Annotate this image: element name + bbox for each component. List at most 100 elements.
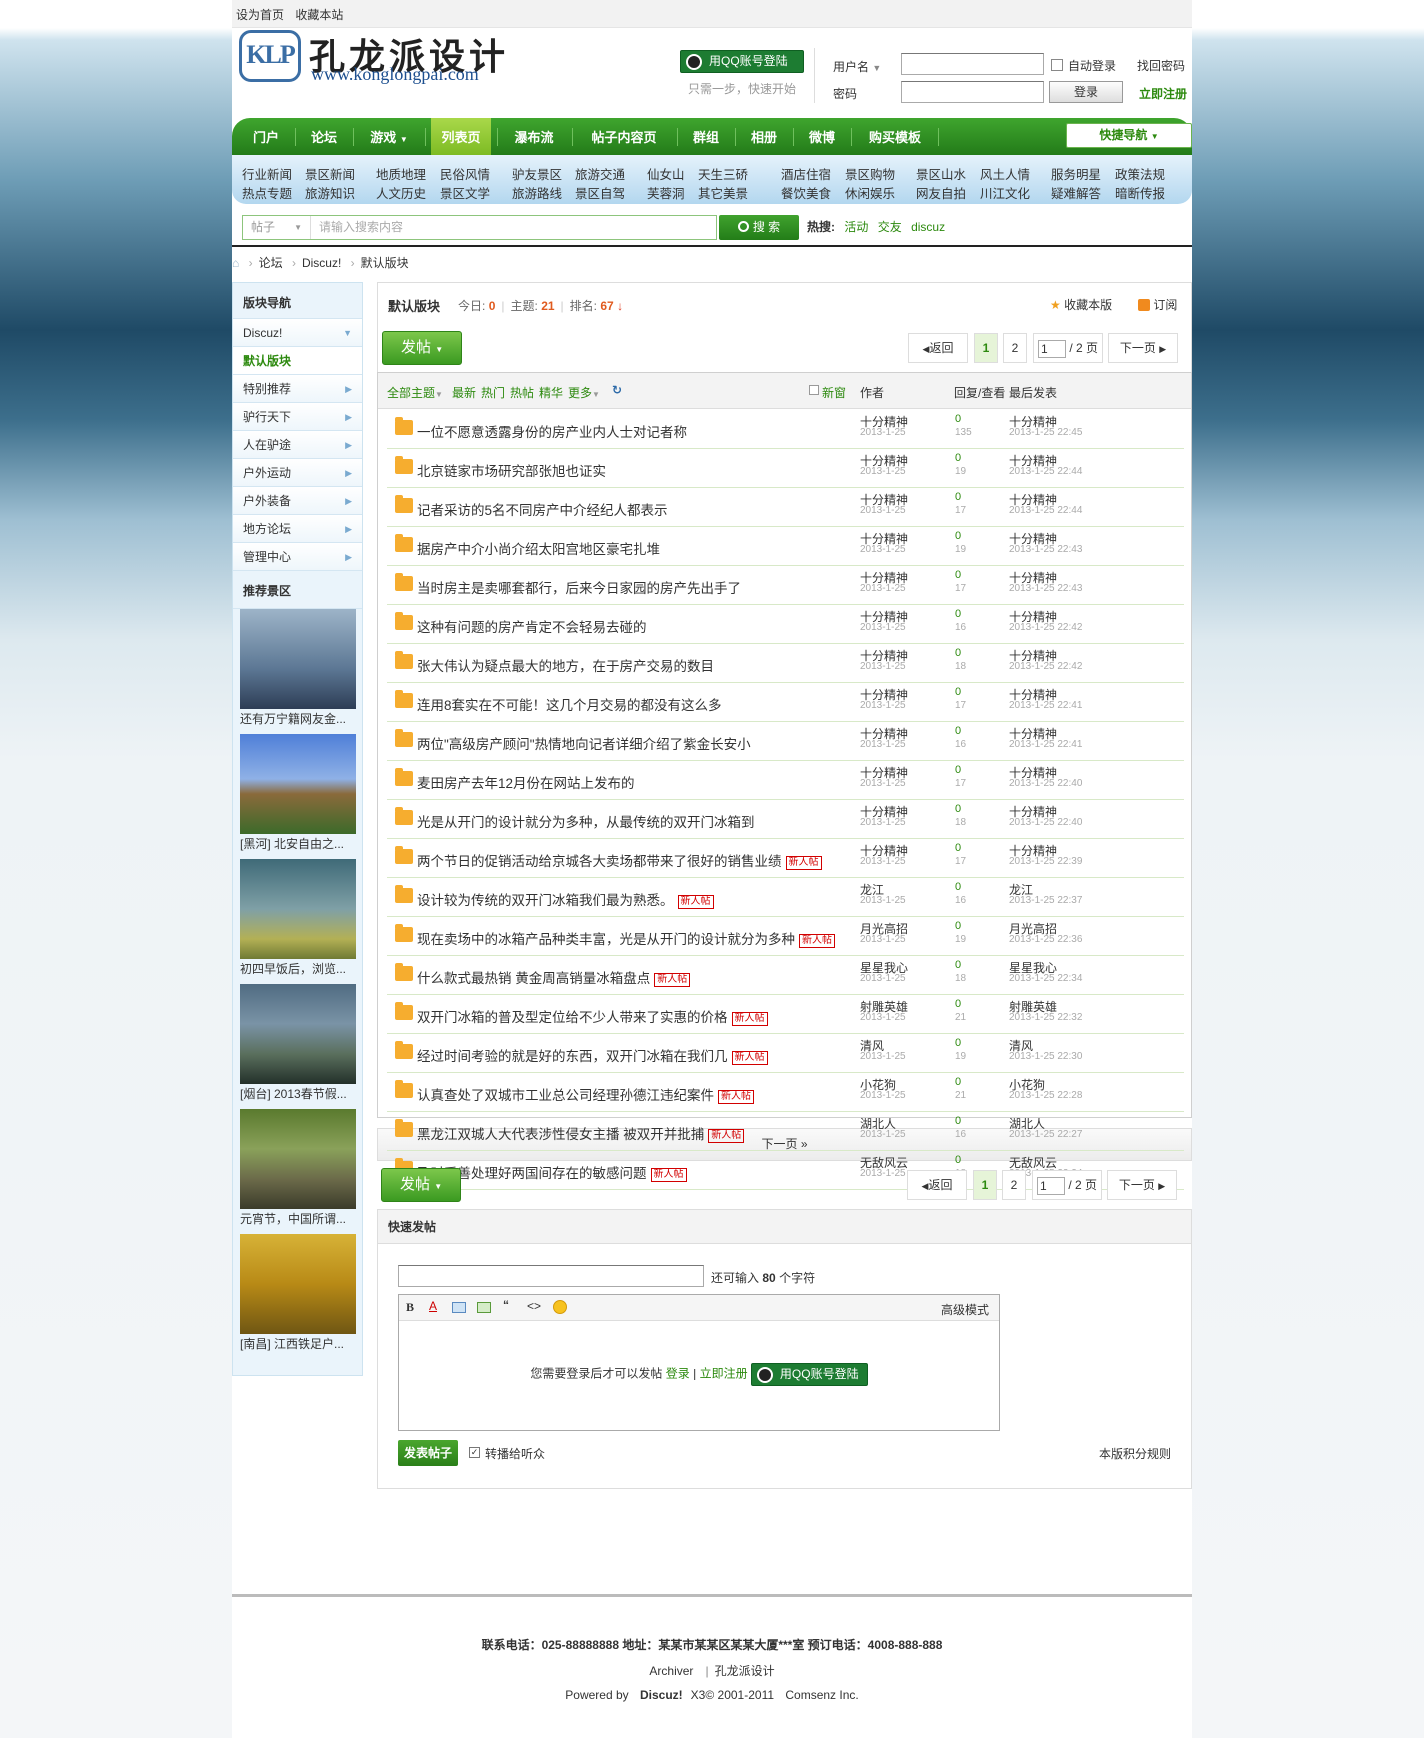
subnav-link[interactable]: 酒店住宿 xyxy=(781,164,831,183)
points-rules-link[interactable]: 本版积分规则 xyxy=(1099,1445,1171,1462)
nav-forum[interactable]: 论坛 xyxy=(302,118,346,155)
search-category-select[interactable]: 帖子 ▼ xyxy=(243,216,311,239)
filter-digest[interactable]: 精华 xyxy=(539,384,563,401)
subnav-link[interactable]: 人文历史 xyxy=(376,183,426,202)
thread-row[interactable]: 认真查处了双城市工业总公司经理孙德江违纪案件 新人帖 小花狗 2013-1-25 0 21… xyxy=(387,1073,1184,1112)
qq-login-button[interactable]: 用QQ账号登陆 xyxy=(750,1363,868,1386)
subnav-link[interactable]: 民俗风情 xyxy=(440,164,490,183)
thread-row[interactable]: 北京链家市场研究部张旭也证实 十分精神 2013-1-25 0 19 十分精神 2013-1… xyxy=(387,449,1184,488)
subnav-link[interactable]: 旅游知识 xyxy=(305,183,355,202)
thread-row[interactable]: 两位"高级房产顾问"热情地向记者详细介绍了紫金长安小 十分精神 2013-1-25 0… xyxy=(387,722,1184,761)
favorite-forum-button[interactable]: ★ 收藏本版 xyxy=(1050,296,1112,313)
subnav-link[interactable]: 景区购物 xyxy=(845,164,895,183)
thread-row[interactable]: 设计较为传统的双开门冰箱我们最为熟悉。 新人帖 龙江 2013-1-25 0 16 龙江 20… xyxy=(387,878,1184,917)
thread-title[interactable]: 什么款式最热销 黄金周高销量冰箱盘点 新人帖 xyxy=(417,967,691,987)
breadcrumb-discuz[interactable]: Discuz! xyxy=(302,256,341,270)
nav-portal[interactable]: 门户 xyxy=(244,118,288,155)
thread-title[interactable]: 设计较为传统的双开门冰箱我们最为熟悉。 新人帖 xyxy=(417,889,714,909)
thread-title[interactable]: 一位不愿意透露身份的房产业内人士对记者称 xyxy=(417,421,687,441)
scenic-caption[interactable]: [南昌] 江西铁足户... xyxy=(233,1334,362,1359)
thread-row[interactable]: 双开门冰箱的普及型定位给不少人带来了实惠的价格 新人帖 射雕英雄 2013-1-25 0… xyxy=(387,995,1184,1034)
nav-buy-template[interactable]: 购买模板 xyxy=(858,118,932,155)
subnav-link[interactable]: 芙蓉洞 xyxy=(647,183,685,202)
nav-groups[interactable]: 群组 xyxy=(684,118,728,155)
smiley-icon[interactable] xyxy=(553,1300,567,1314)
thread-title[interactable]: 经过时间考验的就是好的东西，双开门冰箱在我们几 新人帖 xyxy=(417,1045,768,1065)
scenic-image[interactable] xyxy=(240,859,356,959)
thread-title[interactable]: 北京链家市场研究部张旭也证实 xyxy=(417,460,606,480)
page-2[interactable]: 2 xyxy=(1003,333,1027,363)
thread-row[interactable]: 这种有问题的房产肯定不会轻易去碰的 十分精神 2013-1-25 0 16 十分精神 201… xyxy=(387,605,1184,644)
code-icon[interactable]: <> xyxy=(527,1299,541,1313)
sidebar-item[interactable]: 地方论坛 ▶ xyxy=(233,515,362,543)
filter-more[interactable]: 更多▼ xyxy=(568,384,600,401)
link-icon[interactable] xyxy=(477,1302,491,1313)
sidebar-item[interactable]: 管理中心 ▶ xyxy=(233,543,362,571)
breadcrumb-forum[interactable]: 论坛 xyxy=(259,256,283,270)
scenic-image[interactable] xyxy=(240,984,356,1084)
scenic-image[interactable] xyxy=(240,609,356,709)
sidebar-item[interactable]: 特别推荐 ▶ xyxy=(233,375,362,403)
thread-title[interactable]: 光是从开门的设计就分为多种，从最传统的双开门冰箱到 xyxy=(417,811,755,831)
advanced-mode-link[interactable]: 高级模式 xyxy=(941,1301,989,1318)
last-post-time[interactable]: 2013-1-25 22:27 xyxy=(1009,1129,1082,1140)
last-post-time[interactable]: 2013-1-25 22:37 xyxy=(1009,895,1082,906)
thread-row[interactable]: 据房产中介小尚介绍太阳宫地区豪宅扎堆 十分精神 2013-1-25 0 19 十分精神 20… xyxy=(387,527,1184,566)
thread-title[interactable]: 双开门冰箱的普及型定位给不少人带来了实惠的价格 新人帖 xyxy=(417,1006,768,1026)
last-post-time[interactable]: 2013-1-25 22:43 xyxy=(1009,544,1082,555)
bold-icon[interactable]: B xyxy=(406,1300,414,1315)
login-button[interactable]: 登录 xyxy=(1049,81,1123,103)
scenic-caption[interactable]: 初四早饭后，浏览... xyxy=(233,959,362,984)
filter-hot[interactable]: 热门 xyxy=(481,384,505,401)
comsenz-link[interactable]: Comsenz Inc. xyxy=(785,1688,858,1702)
page-jump-input[interactable]: 1 xyxy=(1038,339,1066,358)
filter-hotthread[interactable]: 热帖 xyxy=(510,384,534,401)
sidebar-item-default[interactable]: 默认版块 xyxy=(233,347,362,375)
submit-post-button[interactable]: 发表帖子 xyxy=(398,1440,458,1466)
find-password-link[interactable]: 找回密码 xyxy=(1137,57,1185,74)
search-input[interactable]: 请输入搜索内容 xyxy=(319,216,403,239)
quote-icon[interactable]: “ xyxy=(503,1298,509,1312)
scenic-image[interactable] xyxy=(240,734,356,834)
filter-all[interactable]: 全部主题▼ xyxy=(387,384,443,401)
site-logo[interactable]: KLP 孔龙派设计 www.konglongpai.com xyxy=(239,0,539,88)
quick-nav-button[interactable]: 快捷导航 ▼ xyxy=(1066,123,1192,148)
subnav-link[interactable]: 网友自拍 xyxy=(916,183,966,202)
rss-button[interactable]: 订阅 xyxy=(1138,296,1177,313)
subnav-link[interactable]: 旅游交通 xyxy=(575,164,625,183)
thread-title[interactable]: 麦田房产去年12月份在网站上发布的 xyxy=(417,772,635,792)
thread-title[interactable]: 当时房主是卖哪套都行，后来今日家园的房产先出手了 xyxy=(417,577,741,597)
subnav-link[interactable]: 行业新闻 xyxy=(242,164,292,183)
new-thread-button[interactable]: 发帖 ▼ xyxy=(382,331,462,365)
sidebar-item[interactable]: 驴行天下 ▶ xyxy=(233,403,362,431)
back-button[interactable]: ◀返回 xyxy=(907,1170,967,1200)
scenic-caption[interactable]: 元宵节，中国所谓... xyxy=(233,1209,362,1234)
nav-thread-page[interactable]: 帖子内容页 xyxy=(578,118,670,155)
last-post-time[interactable]: 2013-1-25 22:44 xyxy=(1009,505,1082,516)
sidebar-item[interactable]: 户外装备 ▶ xyxy=(233,487,362,515)
thread-row[interactable]: 经过时间考验的就是好的东西，双开门冰箱在我们几 新人帖 清风 2013-1-25 0 19… xyxy=(387,1034,1184,1073)
last-post-time[interactable]: 2013-1-25 22:44 xyxy=(1009,466,1082,477)
last-post-time[interactable]: 2013-1-25 22:28 xyxy=(1009,1090,1082,1101)
nav-weibo[interactable]: 微博 xyxy=(800,118,844,155)
last-post-time[interactable]: 2013-1-25 22:40 xyxy=(1009,778,1082,789)
site-name-link[interactable]: 孔龙派设计 xyxy=(715,1664,775,1678)
last-post-time[interactable]: 2013-1-25 22:43 xyxy=(1009,583,1082,594)
thread-row[interactable]: 两个节日的促销活动给京城各大卖场都带来了很好的销售业绩 新人帖 十分精神 2013-1… xyxy=(387,839,1184,878)
home-icon[interactable]: ⌂ xyxy=(232,256,239,270)
scenic-caption[interactable]: [烟台] 2013春节假... xyxy=(233,1084,362,1109)
thread-row[interactable]: 记者采访的5名不同房产中介经纪人都表示 十分精神 2013-1-25 0 17 十分精神 2… xyxy=(387,488,1184,527)
password-input[interactable] xyxy=(901,81,1044,103)
page-jump-input[interactable]: 1 xyxy=(1037,1176,1065,1195)
back-button[interactable]: ◀返回 xyxy=(908,333,968,363)
page-2[interactable]: 2 xyxy=(1002,1170,1026,1200)
scenic-image[interactable] xyxy=(240,1234,356,1334)
refresh-icon[interactable]: ↻ xyxy=(612,383,622,397)
filter-latest[interactable]: 最新 xyxy=(452,384,476,401)
image-icon[interactable] xyxy=(452,1302,466,1313)
thread-title[interactable]: 连用8套实在不可能！这几个月交易的都没有这么多 xyxy=(417,694,722,714)
subnav-link[interactable]: 仙女山 xyxy=(647,164,685,183)
username-input[interactable] xyxy=(901,53,1044,75)
nav-games[interactable]: 游戏 ▼ xyxy=(360,118,418,155)
hot-search-link[interactable]: discuz xyxy=(911,220,945,234)
